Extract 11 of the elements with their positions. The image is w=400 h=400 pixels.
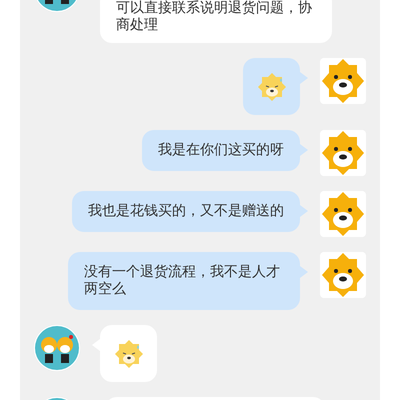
message-text: 没有一个退货流程，我不是人才两空么 [84,264,281,298]
message-text: 可以直接联系说明退货问题，协商处理 [116,0,313,34]
avatar-icon[interactable] [34,325,80,371]
avatar-icon[interactable] [320,252,366,298]
avatar-icon[interactable] [320,130,366,176]
avatar-icon[interactable] [320,58,366,104]
avatar-icon[interactable] [320,191,366,237]
lion-sticker-icon [256,70,288,102]
lion-sticker-icon [112,338,144,370]
message-text: 我是在你们这买的呀 [158,142,284,159]
message-text: 我也是花钱买的，又不是赠送的 [88,203,284,220]
